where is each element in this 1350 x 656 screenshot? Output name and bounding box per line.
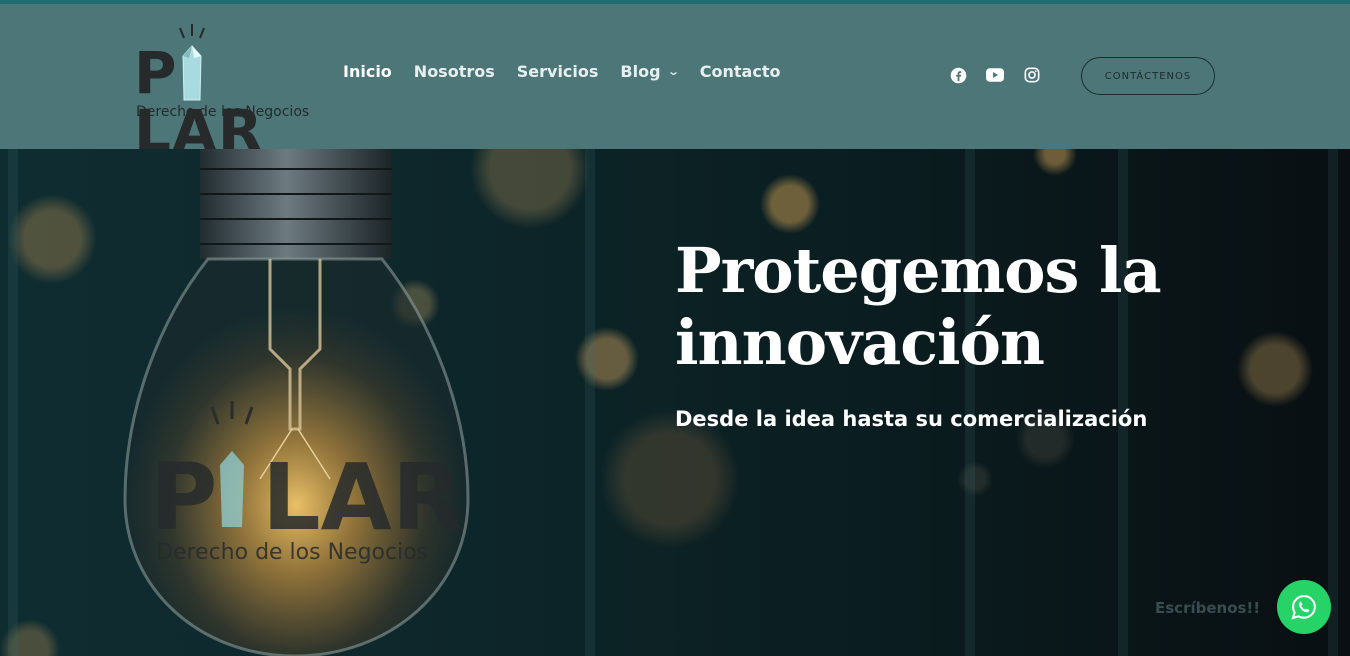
social-links xyxy=(948,65,1059,85)
logo-tagline: Derecho de los Negocios xyxy=(136,104,310,120)
contact-button[interactable]: CONTÁCTENOS xyxy=(1081,57,1215,95)
facebook-icon[interactable] xyxy=(948,65,968,85)
youtube-icon[interactable] xyxy=(985,65,1005,85)
bulb-logo-tagline: Derecho de los Negocios xyxy=(156,540,428,565)
nav-item-nosotros[interactable]: Nosotros xyxy=(414,62,495,81)
nav-item-servicios[interactable]: Servicios xyxy=(517,62,599,81)
nav-item-inicio[interactable]: Inicio xyxy=(343,62,392,81)
nav-item-blog[interactable]: Blog ⌄ xyxy=(620,62,680,81)
instagram-icon[interactable] xyxy=(1022,65,1042,85)
background-streak xyxy=(585,149,595,656)
whatsapp-icon xyxy=(1291,595,1316,620)
logo-wordmark: PLAR xyxy=(134,39,264,165)
light-bulb-image: P LAR Derecho de los Negocios xyxy=(123,149,470,656)
nav-item-contacto[interactable]: Contacto xyxy=(700,62,781,81)
background-streak xyxy=(1118,149,1128,656)
main-nav: Inicio Nosotros Servicios Blog ⌄ Contacto xyxy=(343,62,802,81)
whatsapp-label[interactable]: Escríbenos!! xyxy=(1155,599,1260,617)
bulb-logo-left: P xyxy=(150,444,217,551)
background-streak xyxy=(1328,149,1338,656)
hero-title-line1: Protegemos la xyxy=(675,234,1162,307)
chevron-down-icon: ⌄ xyxy=(666,65,680,78)
site-header: PLAR Derecho de los Negocios Inicio Noso… xyxy=(0,4,1350,160)
background-streak xyxy=(8,149,18,656)
whatsapp-button[interactable] xyxy=(1277,580,1331,634)
bulb-logo-right: LAR xyxy=(262,444,463,551)
background-streak xyxy=(965,149,975,656)
hero-title: Protegemos la innovación xyxy=(675,235,1235,379)
hero-subtitle: Desde la idea hasta su comercialización xyxy=(675,407,1148,431)
hero-title-line2: innovación xyxy=(675,306,1045,379)
crystal-icon xyxy=(179,24,205,101)
site-logo[interactable]: PLAR Derecho de los Negocios xyxy=(132,24,322,160)
hero-banner: P LAR Derecho de los Negocios Protegemos… xyxy=(0,149,1350,656)
